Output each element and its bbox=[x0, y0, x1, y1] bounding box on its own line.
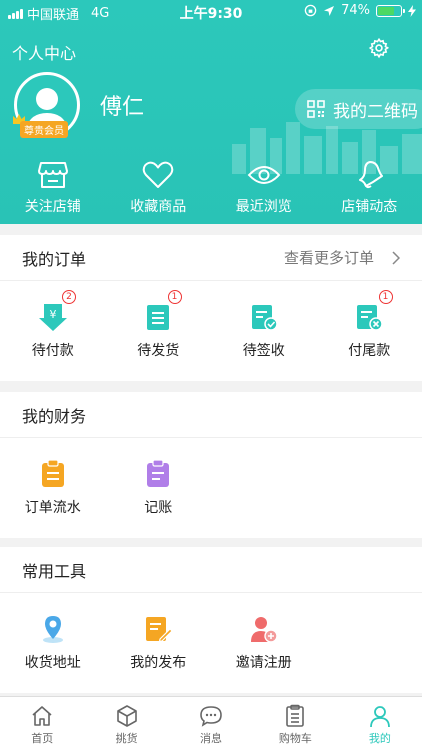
view-more-orders-link[interactable]: 查看更多订单 bbox=[284, 247, 400, 268]
finance-title: 我的财务 bbox=[22, 406, 87, 426]
profile-header: 中国联通 4G 上午9:30 74% 个人中心 尊贵会员 傅仁 我的二维码 关注… bbox=[0, 0, 422, 224]
home-icon bbox=[32, 706, 52, 726]
orientation-lock-icon bbox=[304, 4, 317, 17]
invite-register-button[interactable]: 邀请注册 bbox=[211, 614, 317, 672]
location-icon bbox=[324, 5, 335, 16]
my-qrcode-button[interactable]: 我的二维码 bbox=[295, 89, 422, 129]
svg-text:¥: ¥ bbox=[49, 308, 56, 321]
username: 傅仁 bbox=[100, 95, 145, 120]
order-badge: 1 bbox=[167, 290, 182, 304]
order-pending-receipt[interactable]: 待签收 bbox=[211, 302, 317, 360]
store-icon bbox=[37, 162, 68, 188]
tools-card: 常用工具 收货地址 我的发布 邀请注册 bbox=[0, 547, 422, 693]
order-badge: 1 bbox=[378, 290, 393, 304]
sign-receipt-icon bbox=[251, 305, 278, 331]
qrcode-icon bbox=[307, 100, 325, 118]
edit-document-icon bbox=[146, 617, 174, 643]
order-pending-shipment[interactable]: 1 待发货 bbox=[106, 290, 212, 360]
quick-link-store-updates[interactable]: 店铺动态 bbox=[317, 160, 422, 216]
quick-link-recently-viewed[interactable]: 最近浏览 bbox=[211, 160, 317, 216]
payment-icon: ¥ bbox=[38, 304, 67, 331]
tools-title: 常用工具 bbox=[22, 561, 87, 581]
quick-links: 关注店铺 收藏商品 最近浏览 店铺动态 bbox=[0, 160, 422, 216]
gear-icon[interactable] bbox=[368, 37, 390, 59]
chat-bubble-icon bbox=[200, 706, 222, 727]
finance-card: 我的财务 订单流水 记账 bbox=[0, 392, 422, 538]
my-posts-button[interactable]: 我的发布 bbox=[106, 614, 212, 672]
pending-shipment-icon bbox=[147, 305, 170, 330]
tab-home[interactable]: 首页 bbox=[0, 697, 84, 750]
order-flow-button[interactable]: 订单流水 bbox=[0, 459, 106, 517]
tab-messages[interactable]: 消息 bbox=[169, 697, 253, 750]
chevron-right-icon bbox=[392, 250, 400, 265]
location-pin-icon bbox=[42, 616, 63, 643]
battery-percent: 74% bbox=[341, 3, 370, 18]
battery-icon bbox=[376, 4, 405, 17]
shipping-address-button[interactable]: 收货地址 bbox=[0, 614, 106, 672]
clipboard-list-icon bbox=[286, 704, 305, 727]
order-pending-payment[interactable]: ¥ 2 待付款 bbox=[0, 290, 106, 360]
tab-mine[interactable]: 我的 bbox=[338, 697, 422, 750]
eye-icon bbox=[247, 166, 281, 184]
order-badge: 2 bbox=[62, 290, 76, 304]
bottom-tab-bar: 首页 挑货 消息 购物车 我的 bbox=[0, 696, 422, 750]
tab-pick-goods[interactable]: 挑货 bbox=[84, 697, 168, 750]
tab-cart[interactable]: 购物车 bbox=[253, 697, 337, 750]
orders-card: 我的订单 查看更多订单 ¥ 2 待付款 1 待发货 待签收 1 付尾款 bbox=[0, 235, 422, 381]
page-title: 个人中心 bbox=[12, 44, 77, 63]
user-icon bbox=[369, 706, 390, 728]
bookkeeping-button[interactable]: 记账 bbox=[106, 459, 212, 517]
quick-link-followed-stores[interactable]: 关注店铺 bbox=[0, 160, 106, 216]
final-payment-icon bbox=[357, 305, 383, 331]
order-flow-icon bbox=[41, 459, 64, 487]
status-bar: 中国联通 4G 上午9:30 74% bbox=[0, 0, 422, 24]
qrcode-label: 我的二维码 bbox=[333, 101, 418, 122]
heart-icon bbox=[142, 161, 174, 188]
add-user-icon bbox=[250, 617, 278, 643]
bookkeeping-icon bbox=[147, 459, 170, 487]
bell-icon bbox=[359, 161, 384, 189]
charging-icon bbox=[408, 4, 416, 17]
orders-title: 我的订单 bbox=[22, 249, 87, 269]
vip-badge: 尊贵会员 bbox=[20, 121, 68, 138]
order-final-payment[interactable]: 1 付尾款 bbox=[317, 290, 422, 360]
box-icon bbox=[116, 705, 137, 727]
quick-link-favorites[interactable]: 收藏商品 bbox=[106, 160, 212, 216]
